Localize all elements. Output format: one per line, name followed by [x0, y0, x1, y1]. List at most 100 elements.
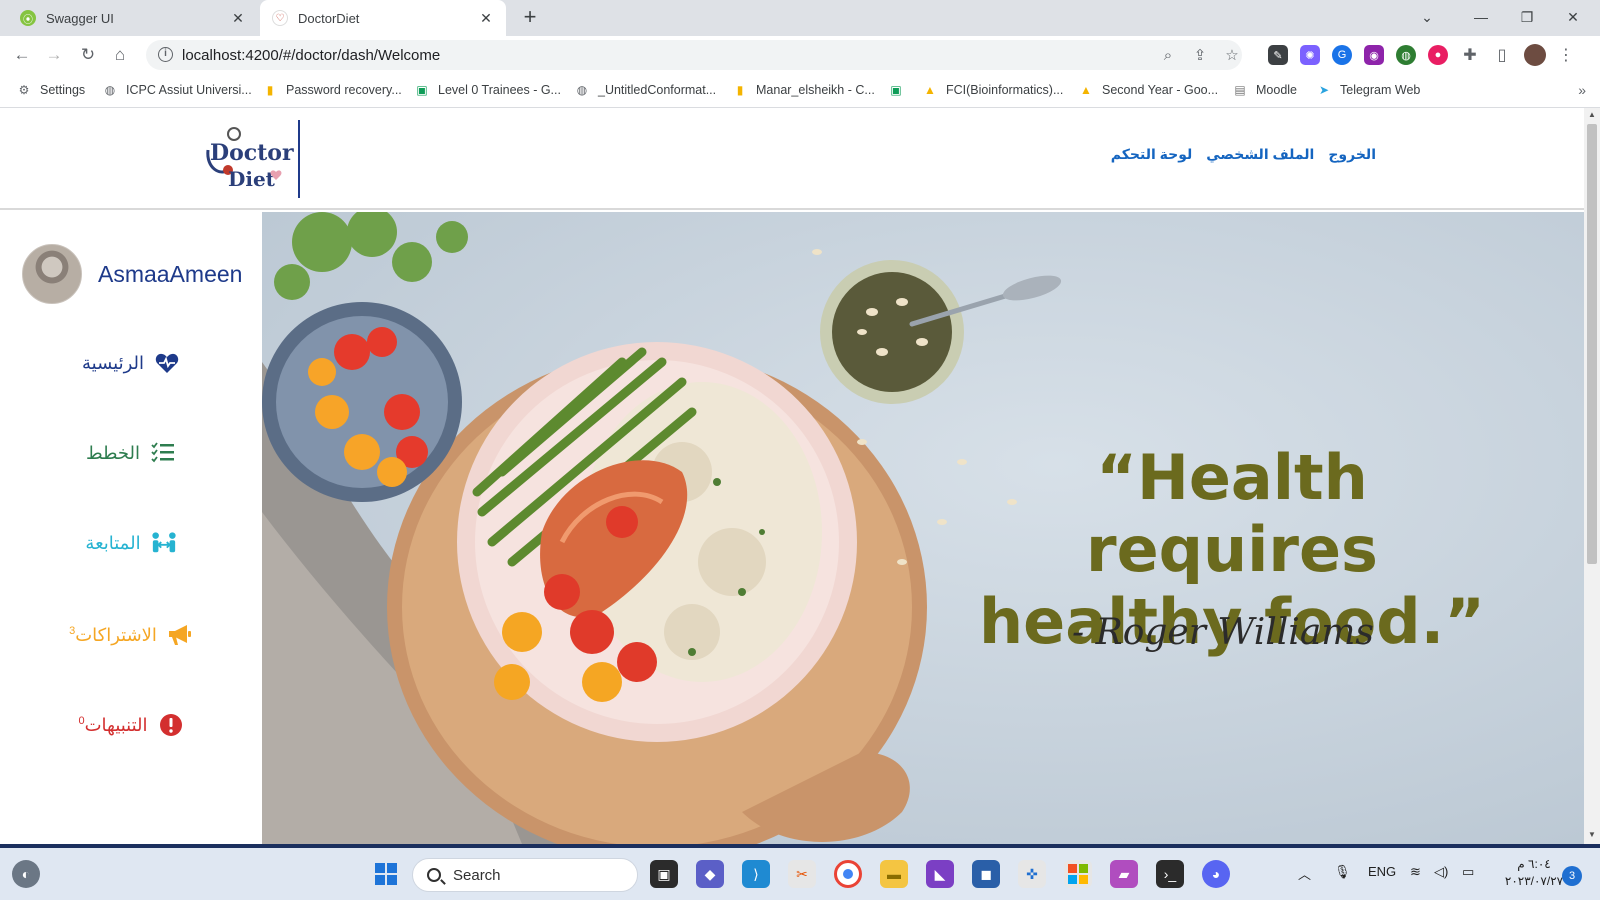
- windows-start-icon[interactable]: [372, 860, 400, 888]
- tab-swagger[interactable]: ⦿ Swagger UI ✕: [8, 0, 258, 36]
- clipchamp-icon[interactable]: ▰: [1110, 860, 1138, 888]
- microphone-icon[interactable]: 🎙: [1334, 864, 1351, 880]
- home-icon[interactable]: ⌂: [108, 43, 132, 67]
- side-panel-icon[interactable]: ▯: [1492, 45, 1512, 65]
- back-arrow-icon[interactable]: ←: [10, 43, 34, 67]
- bookmark-fci[interactable]: ▲ FCI(Bioinformatics)...: [922, 82, 1063, 98]
- bookmark-label: Level 0 Trainees - G...: [438, 83, 561, 97]
- tools-icon[interactable]: ✜: [1018, 860, 1046, 888]
- nav-logout-link[interactable]: الخروج: [1328, 146, 1376, 163]
- chrome-icon[interactable]: [834, 860, 862, 888]
- bookmark-password-recovery[interactable]: ▮ Password recovery...: [262, 82, 402, 98]
- zoom-icon[interactable]: ⌕: [1158, 45, 1178, 65]
- volume-icon[interactable]: ◁): [1434, 864, 1448, 880]
- page-scrollbar[interactable]: ▲ ▼: [1584, 108, 1600, 844]
- bookmark-manar[interactable]: ▮ Manar_elsheikh - C...: [732, 82, 875, 98]
- telegram-icon: ➤: [1318, 83, 1330, 97]
- sidebar-item-label: التنبيهات0: [78, 715, 147, 736]
- doctor-diet-logo[interactable]: Doctor Diet: [198, 122, 294, 196]
- bookmark-label: Settings: [40, 83, 86, 97]
- battery-icon[interactable]: ▭: [1462, 864, 1474, 880]
- vscode-icon[interactable]: ⟩: [742, 860, 770, 888]
- minimize-button[interactable]: —: [1458, 0, 1504, 34]
- sidebar-item-plans[interactable]: الخطط: [0, 440, 262, 466]
- clock-time: ٦:٠٤ م: [1517, 857, 1551, 871]
- scrollbar-thumb[interactable]: [1587, 124, 1597, 564]
- sidebar-item-followup[interactable]: المتابعة: [0, 530, 262, 556]
- close-window-button[interactable]: ✕: [1550, 0, 1596, 34]
- forward-arrow-icon[interactable]: →: [42, 43, 66, 67]
- sidebar-item-alerts[interactable]: التنبيهات0: [0, 712, 262, 738]
- task-view-icon[interactable]: ▣: [650, 860, 678, 888]
- close-icon[interactable]: ✕: [230, 10, 246, 27]
- sheets-icon: ▣: [416, 83, 428, 97]
- app-header: Doctor Diet الخروج الملف الشخصي لوحة الت…: [0, 108, 1584, 210]
- scroll-up-icon[interactable]: ▲: [1587, 110, 1597, 122]
- bookmark-untitled[interactable]: ◍ _UntitledConformat...: [574, 82, 716, 98]
- taskbar-search-input[interactable]: Search: [412, 858, 638, 892]
- drive-icon: ▲: [1080, 83, 1092, 97]
- bookmark-moodle[interactable]: ▤ Moodle: [1232, 82, 1297, 98]
- weather-icon[interactable]: ◐: [12, 860, 40, 888]
- heartbeat-icon: [154, 350, 180, 376]
- share-icon[interactable]: ⇪: [1190, 45, 1210, 65]
- profile-avatar-icon[interactable]: [1524, 44, 1546, 66]
- url-text[interactable]: localhost:4200/#/doctor/dash/Welcome: [182, 47, 440, 64]
- discord-icon[interactable]: ◕: [1202, 860, 1230, 888]
- tab-doctordiet[interactable]: ♡ DoctorDiet ✕: [260, 0, 506, 36]
- hero-banner: “Health requires healthy food.” - Roger …: [262, 212, 1584, 844]
- star-icon[interactable]: ☆: [1222, 45, 1242, 65]
- visual-studio-icon[interactable]: ◣: [926, 860, 954, 888]
- bookmark-sheet[interactable]: ▣: [888, 82, 912, 98]
- restore-button[interactable]: ❐: [1504, 0, 1550, 34]
- search-icon: [427, 868, 441, 882]
- site-info-icon[interactable]: i: [158, 47, 173, 62]
- extensions-puzzle-icon[interactable]: ✚: [1460, 45, 1480, 65]
- globe-icon: ◍: [104, 83, 116, 97]
- reload-icon[interactable]: ↻: [76, 43, 100, 67]
- sidebar-item-subscriptions[interactable]: الاشتراكات3: [0, 622, 262, 648]
- new-tab-button[interactable]: +: [518, 6, 542, 30]
- scroll-down-icon[interactable]: ▼: [1587, 830, 1597, 842]
- bookmark-second-year[interactable]: ▲ Second Year - Goo...: [1078, 82, 1218, 98]
- chevron-right-icon[interactable]: »: [1578, 82, 1586, 98]
- menu-dots-icon[interactable]: ⋮: [1556, 45, 1576, 65]
- bookmark-label: ICPC Assiut Universi...: [126, 83, 252, 97]
- bookmark-icpc[interactable]: ◍ ICPC Assiut Universi...: [102, 82, 252, 98]
- extension-record-icon[interactable]: ◉: [1364, 45, 1384, 65]
- language-indicator[interactable]: ENG: [1368, 864, 1396, 879]
- extension-sparkle-icon[interactable]: ✺: [1300, 45, 1320, 65]
- sidebar-item-label: الخطط: [86, 442, 140, 463]
- bookmark-telegram[interactable]: ➤ Telegram Web: [1316, 82, 1420, 98]
- teams-chat-icon[interactable]: ◆: [696, 860, 724, 888]
- moodle-icon: ▤: [1234, 83, 1246, 97]
- office-icon[interactable]: [1064, 860, 1092, 888]
- bookmark-label: FCI(Bioinformatics)...: [946, 83, 1064, 97]
- address-bar[interactable]: i localhost:4200/#/doctor/dash/Welcome ⌕…: [146, 40, 1242, 70]
- tab-search-chevron-icon[interactable]: ⌄: [1404, 0, 1450, 34]
- snipping-tool-icon[interactable]: ✂: [788, 860, 816, 888]
- bookmark-settings[interactable]: ⚙ Settings: [16, 82, 86, 98]
- alert-circle-icon: [158, 712, 184, 738]
- sidebar-item-home[interactable]: الرئيسية: [0, 350, 262, 376]
- close-icon[interactable]: ✕: [478, 10, 494, 27]
- bookmark-label: Telegram Web: [1340, 83, 1421, 97]
- chevron-up-icon[interactable]: ︿: [1298, 864, 1311, 883]
- avatar: [22, 244, 82, 304]
- megaphone-icon: [167, 622, 193, 648]
- extension-g-icon[interactable]: G: [1332, 45, 1352, 65]
- wifi-icon[interactable]: ≋: [1410, 864, 1421, 880]
- file-explorer-icon[interactable]: ▬: [880, 860, 908, 888]
- notification-badge[interactable]: 3: [1562, 866, 1582, 886]
- extension-pen-icon[interactable]: ✎: [1268, 45, 1288, 65]
- nav-dashboard-link[interactable]: لوحة التحكم: [1111, 146, 1192, 163]
- store-icon[interactable]: ◼: [972, 860, 1000, 888]
- swagger-icon: ⦿: [20, 10, 36, 26]
- bookmark-level0[interactable]: ▣ Level 0 Trainees - G...: [414, 82, 561, 98]
- extension-color-icon[interactable]: ●: [1428, 45, 1448, 65]
- extension-globe-icon[interactable]: ◍: [1396, 45, 1416, 65]
- bookmark-label: Moodle: [1256, 83, 1297, 97]
- nav-profile-link[interactable]: الملف الشخصي: [1206, 146, 1314, 163]
- search-placeholder: Search: [453, 866, 501, 884]
- terminal-icon[interactable]: ›_: [1156, 860, 1184, 888]
